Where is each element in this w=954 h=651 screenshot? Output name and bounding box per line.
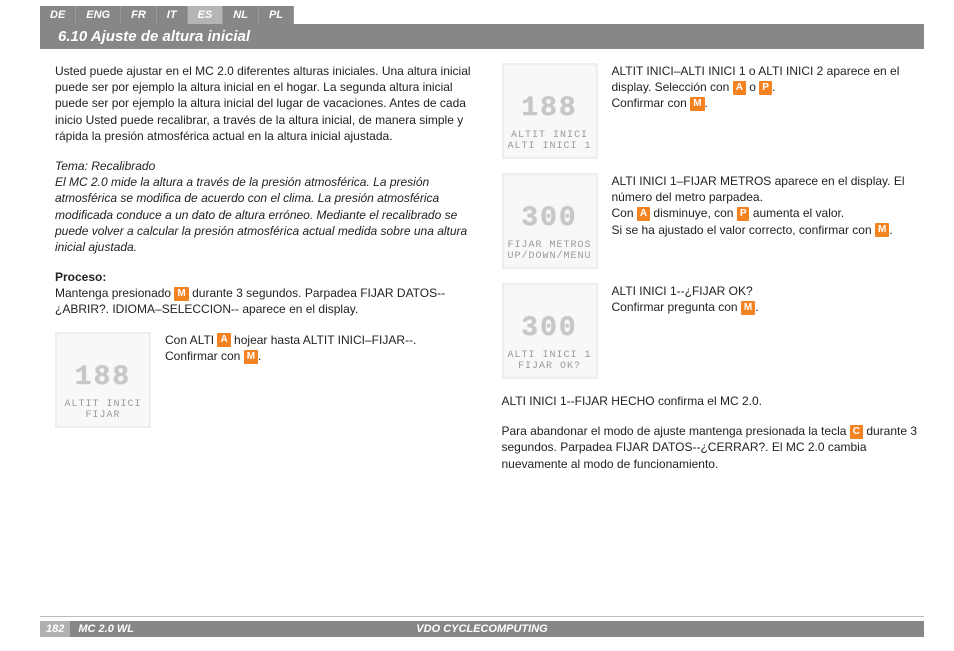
tema-label: Tema: Recalibrado	[55, 158, 478, 174]
model-label: MC 2.0 WL	[70, 623, 134, 635]
text: Confirmar con	[612, 96, 691, 110]
page-number: 182	[40, 621, 70, 637]
text: .	[258, 349, 261, 363]
text: .	[889, 223, 892, 237]
text: FIJAR METROS	[507, 240, 591, 251]
lang-tab-pl[interactable]: PL	[259, 6, 294, 24]
proceso-line-1: Mantenga presionado M durante 3 segundos…	[55, 285, 478, 317]
text: ALTIT INICI	[64, 399, 141, 410]
lcd-altit-inici-fijar: 188 ALTIT INICI FIJAR	[55, 332, 151, 428]
m-button-icon: M	[174, 287, 188, 301]
lang-tab-eng[interactable]: ENG	[76, 6, 121, 24]
text: UP/DOWN/MENU	[507, 251, 591, 262]
section-title: 6.10 Ajuste de altura inicial	[40, 24, 924, 49]
text: Confirmar pregunta con	[612, 300, 741, 314]
lang-tab-nl[interactable]: NL	[223, 6, 259, 24]
proceso-block: Proceso: Mantenga presionado M durante 3…	[55, 269, 478, 318]
lcd-bottom: ALTI INICI 1 FIJAR OK?	[507, 350, 591, 372]
tema-block: Tema: Recalibrado El MC 2.0 mide la altu…	[55, 158, 478, 255]
step-alti-text: Con ALTI A hojear hasta ALTIT INICI–FIJA…	[165, 332, 478, 364]
text: FIJAR	[64, 410, 141, 421]
text: FIJAR OK?	[507, 361, 591, 372]
lang-tab-es[interactable]: ES	[188, 6, 224, 24]
text: .	[705, 96, 708, 110]
lang-tab-it[interactable]: IT	[157, 6, 188, 24]
text: Con ALTI	[165, 333, 217, 347]
lcd-altit-inici-1: 188 ALTIT INICI ALTI INICI 1	[502, 63, 598, 159]
lang-tab-fr[interactable]: FR	[121, 6, 157, 24]
text: .	[755, 300, 758, 314]
step-r2-text: ALTI INICI 1–FIJAR METROS aparece en el …	[612, 173, 925, 238]
right-column: 188 ALTIT INICI ALTI INICI 1 ALTIT INICI…	[502, 63, 925, 486]
language-tabs: DEENGFRITESNLPL	[40, 6, 954, 24]
lcd-digits: 300	[521, 200, 577, 238]
lcd-digits: 188	[521, 90, 577, 128]
m-button-icon: M	[244, 350, 258, 364]
intro-paragraph: Usted puede ajustar en el MC 2.0 diferen…	[55, 63, 478, 144]
text: Si se ha ajustado el valor correcto, con…	[612, 223, 875, 237]
text: Con	[612, 206, 637, 220]
brand-label: VDO CYCLECOMPUTING	[416, 623, 547, 635]
text: Confirmar con	[165, 349, 244, 363]
lcd-digits: 188	[75, 359, 131, 397]
lcd-bottom: FIJAR METROS UP/DOWN/MENU	[507, 240, 591, 262]
lang-tab-de[interactable]: DE	[40, 6, 76, 24]
text: o	[746, 80, 759, 94]
m-button-icon: M	[741, 301, 755, 315]
exit-paragraph: Para abandonar el modo de ajuste manteng…	[502, 423, 925, 472]
step-r3: 300 ALTI INICI 1 FIJAR OK? ALTI INICI 1-…	[502, 283, 925, 379]
done-line: ALTI INICI 1--FIJAR HECHO confirma el MC…	[502, 393, 925, 409]
c-button-icon: C	[850, 425, 863, 439]
text: .	[772, 80, 775, 94]
text: Mantenga presionado	[55, 286, 174, 300]
lcd-fijar-ok: 300 ALTI INICI 1 FIJAR OK?	[502, 283, 598, 379]
step-alti-row: 188 ALTIT INICI FIJAR Con ALTI A hojear …	[55, 332, 478, 428]
text: ALTI INICI 1	[507, 350, 591, 361]
m-button-icon: M	[690, 97, 704, 111]
step-r2: 300 FIJAR METROS UP/DOWN/MENU ALTI INICI…	[502, 173, 925, 269]
a-button-icon: A	[217, 333, 230, 347]
footer-bar: 182 MC 2.0 WL VDO CYCLECOMPUTING	[40, 621, 924, 637]
step-r1: 188 ALTIT INICI ALTI INICI 1 ALTIT INICI…	[502, 63, 925, 159]
lcd-fijar-metros: 300 FIJAR METROS UP/DOWN/MENU	[502, 173, 598, 269]
content: Usted puede ajustar en el MC 2.0 diferen…	[55, 63, 924, 486]
a-button-icon: A	[637, 207, 650, 221]
footer-divider	[40, 616, 924, 617]
text: disminuye, con	[650, 206, 737, 220]
text: aumenta el valor.	[749, 206, 844, 220]
text: ALTIT INICI	[507, 130, 591, 141]
left-column: Usted puede ajustar en el MC 2.0 diferen…	[55, 63, 478, 486]
text: ALTI INICI 1	[507, 141, 591, 152]
p-button-icon: P	[759, 81, 772, 95]
step-r3-text: ALTI INICI 1--¿FIJAR OK? Confirmar pregu…	[612, 283, 925, 315]
m-button-icon: M	[875, 223, 889, 237]
p-button-icon: P	[737, 207, 750, 221]
text: ALTI INICI 1–FIJAR METROS aparece en el …	[612, 174, 905, 204]
lcd-bottom: ALTIT INICI FIJAR	[64, 399, 141, 421]
lcd-bottom: ALTIT INICI ALTI INICI 1	[507, 130, 591, 152]
lcd-digits: 300	[521, 310, 577, 348]
step-r1-text: ALTIT INICI–ALTI INICI 1 o ALTI INICI 2 …	[612, 63, 925, 112]
text: ALTI INICI 1--¿FIJAR OK?	[612, 284, 753, 298]
tema-body: El MC 2.0 mide la altura a través de la …	[55, 174, 478, 255]
text: hojear hasta ALTIT INICI–FIJAR--.	[231, 333, 417, 347]
a-button-icon: A	[733, 81, 746, 95]
proceso-label: Proceso:	[55, 269, 478, 285]
text: Para abandonar el modo de ajuste manteng…	[502, 424, 850, 438]
